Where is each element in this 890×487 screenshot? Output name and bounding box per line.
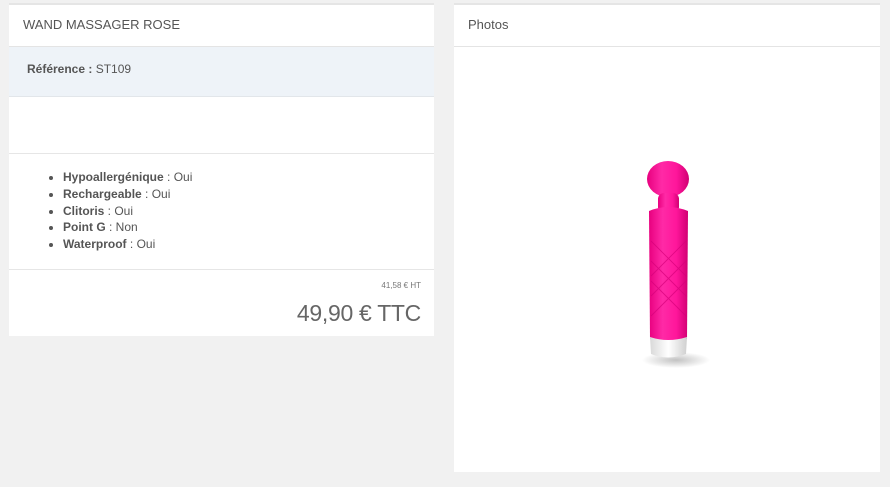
reference-row: Référence : ST109 (9, 47, 434, 97)
reference-label: Référence : (27, 62, 93, 76)
price-ht: 41,58 € HT (381, 281, 421, 290)
photo-area (454, 47, 880, 471)
feature-label: Rechargeable (63, 186, 142, 201)
price-ttc: 49,90 € TTC (296, 300, 421, 326)
photos-title: Photos (454, 5, 880, 47)
feature-label: Hypoallergénique (63, 170, 164, 184)
description-area (9, 97, 434, 154)
feature-value: : Oui (126, 237, 156, 252)
feature-item: Hypoallergénique : Oui (63, 169, 434, 186)
features-section: Hypoallergénique : Oui Rechargeable : Ou… (9, 154, 434, 270)
feature-label: Point G (63, 220, 106, 235)
feature-label: Waterproof (63, 237, 127, 252)
price-box: 41,58 € HT 49,90 € TTC (9, 270, 434, 334)
feature-item: Rechargeable : Oui (63, 186, 434, 203)
wand-head (647, 161, 689, 197)
features-list: Hypoallergénique : Oui Rechargeable : Ou… (9, 169, 434, 253)
feature-value: : Oui (141, 186, 171, 201)
reference-value: ST109 (95, 62, 132, 76)
feature-item: Point G : Non (63, 219, 434, 236)
product-image[interactable] (624, 161, 724, 371)
feature-value: : Non (105, 220, 138, 235)
feature-item: Clitoris : Oui (63, 203, 434, 220)
feature-value: : Oui (163, 170, 193, 184)
feature-value: : Oui (104, 203, 134, 218)
product-title: WAND MASSAGER ROSE (9, 5, 434, 47)
product-info-panel: WAND MASSAGER ROSE Référence : ST109 Hyp… (9, 3, 434, 336)
feature-label: Clitoris (63, 203, 105, 218)
feature-item: Waterproof : Oui (63, 236, 434, 253)
photos-panel: Photos (454, 3, 880, 472)
